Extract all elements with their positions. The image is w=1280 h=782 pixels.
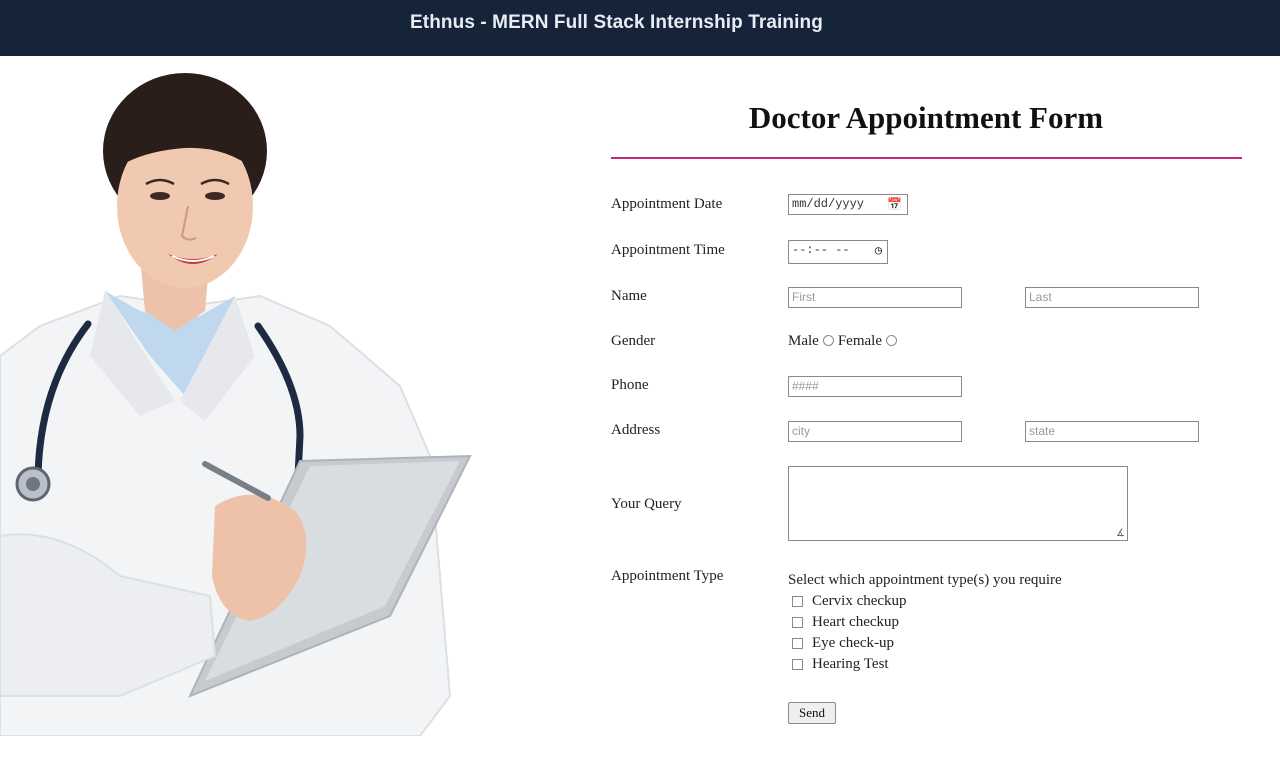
label-gender: Gender [611,333,656,349]
form-title: Doctor Appointment Form [748,100,1104,135]
phone-input[interactable]: #### [788,376,962,397]
heart-checkbox[interactable] [792,617,803,628]
eye-checkbox[interactable] [792,638,803,649]
label-appointment-time: Appointment Time [611,242,725,258]
checkbox-row-hearing: Hearing Test [792,656,889,673]
first-name-input[interactable]: First [788,287,962,308]
doctor-illustration [0,73,472,736]
calendar-icon[interactable]: 📅 [887,197,902,212]
hearing-checkbox[interactable] [792,659,803,670]
state-input[interactable]: state [1025,421,1199,442]
heart-label: Heart checkup [812,614,900,630]
cervix-label: Cervix checkup [812,593,907,609]
appointment-date-input[interactable]: mm/dd/yyyy 📅 [788,194,908,215]
date-placeholder: mm/dd/yyyy [792,197,865,211]
query-textarea[interactable]: ∡ [788,466,1128,541]
gender-female-radio[interactable] [885,335,897,346]
gender-male-label: Male [788,333,819,349]
video-title: Ethnus - MERN Full Stack Internship Trai… [410,12,823,33]
video-title-bar: Ethnus - MERN Full Stack Internship Trai… [0,0,1280,56]
last-name-placeholder: Last [1029,290,1052,304]
label-name: Name [611,288,647,304]
label-address: Address [611,422,661,438]
send-button[interactable]: Send [788,702,836,724]
label-appointment-type: Appointment Type [611,568,724,584]
time-placeholder: --:-- -- [792,243,850,257]
last-name-input[interactable]: Last [1025,287,1199,308]
label-phone: Phone [611,377,649,393]
label-appointment-date: Appointment Date [611,196,723,212]
city-input[interactable]: city [788,421,962,442]
eye-label: Eye check-up [812,635,895,651]
checkbox-row-eye: Eye check-up [792,635,894,652]
resize-handle-icon[interactable]: ∡ [1116,529,1125,539]
first-name-placeholder: First [792,290,816,304]
city-placeholder: city [792,424,810,438]
appointment-type-instructions: Select which appointment type(s) you req… [788,572,1062,588]
label-your-query: Your Query [611,496,682,512]
gender-options: Male Female [788,333,901,350]
phone-placeholder: #### [792,379,819,393]
gender-male-radio[interactable] [822,335,834,346]
hearing-label: Hearing Test [812,656,889,672]
gender-female-label: Female [837,333,882,349]
checkbox-row-cervix: Cervix checkup [792,593,907,610]
cervix-checkbox[interactable] [792,596,803,607]
clock-icon[interactable]: ◷ [875,243,882,258]
title-divider [611,157,1242,159]
appointment-time-input[interactable]: --:-- -- ◷ [788,240,888,264]
checkbox-row-heart: Heart checkup [792,614,899,631]
state-placeholder: state [1029,424,1056,438]
